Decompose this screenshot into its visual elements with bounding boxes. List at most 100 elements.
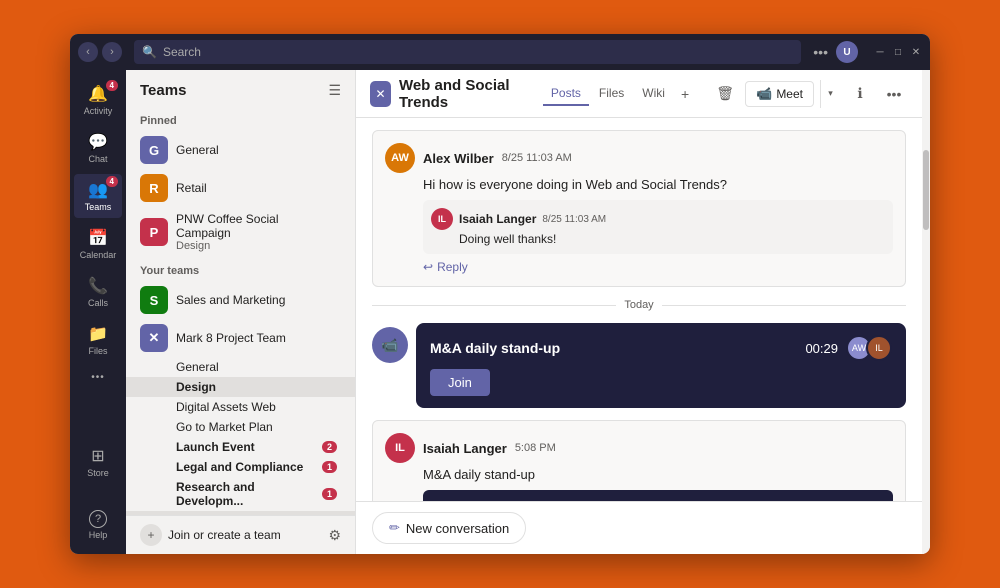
channel-design[interactable]: Design: [126, 377, 355, 397]
pinned-item-retail[interactable]: R Retail: [126, 169, 355, 207]
msg2-header: IL Isaiah Langer 5:08 PM: [385, 433, 893, 463]
general-name: General: [176, 143, 341, 157]
search-placeholder: Search: [163, 45, 201, 59]
msg1-author: Alex Wilber: [423, 151, 494, 166]
channel-logo: ✕: [370, 81, 391, 107]
channel-legal[interactable]: Legal and Compliance 1: [126, 457, 355, 477]
reply-label: Reply: [437, 260, 468, 274]
general-avatar: G: [140, 136, 168, 164]
tab-files[interactable]: Files: [591, 82, 632, 106]
user-avatar[interactable]: U: [836, 41, 858, 63]
sidebar-item-files[interactable]: 📁 Files: [74, 318, 122, 362]
channel-launch-event[interactable]: Launch Event 2: [126, 437, 355, 457]
team-item-mark8[interactable]: ✕ Mark 8 Project Team •••: [126, 319, 355, 357]
join-button[interactable]: Join: [430, 369, 490, 396]
channel-digital-assets[interactable]: Digital Assets Web: [126, 397, 355, 417]
maximize-button[interactable]: □: [892, 46, 904, 58]
channel-go-to-market[interactable]: Go to Market Plan: [126, 417, 355, 437]
reply1-avatar: IL: [431, 208, 453, 230]
meeting-call-title-row: M&A daily stand-up 00:29 AW IL: [430, 335, 892, 361]
help-icon: ?: [89, 510, 107, 528]
files-icon: 📁: [88, 324, 108, 344]
forward-button[interactable]: ›: [102, 42, 122, 62]
scrollbar-thumb[interactable]: [923, 150, 929, 230]
filter-icon[interactable]: ☰: [328, 82, 341, 99]
tab-wiki[interactable]: Wiki: [634, 82, 673, 106]
channel-general[interactable]: General: [126, 357, 355, 377]
meet-dropdown[interactable]: ▾: [820, 80, 840, 108]
reply-button-1[interactable]: ↩ Reply: [423, 260, 893, 274]
channel-research[interactable]: Research and Developm... 1: [126, 477, 355, 511]
channel-name: Web and Social Trends: [399, 77, 531, 111]
meet-button[interactable]: 📹 Meet: [745, 81, 814, 107]
chat-label: Chat: [88, 154, 107, 164]
teams-label: Teams: [85, 202, 112, 212]
join-icon: +: [140, 524, 162, 546]
calendar-label: Calendar: [80, 250, 117, 260]
meeting-call-icon: 📹: [372, 327, 408, 363]
calls-icon: 📞: [88, 276, 108, 296]
teams-list: Pinned G General R Retail P PNW Coffee S…: [126, 107, 355, 515]
tab-posts[interactable]: Posts: [543, 82, 589, 106]
reply1-time: 8/25 11:03 AM: [542, 214, 606, 225]
scrollbar-track[interactable]: [922, 70, 930, 554]
reply1-text: Doing well thanks!: [459, 232, 885, 246]
more-actions-button[interactable]: •••: [880, 80, 908, 108]
new-conversation-button[interactable]: ✏ New conversation: [372, 512, 526, 544]
back-button[interactable]: ‹: [78, 42, 98, 62]
sidebar-item-teams[interactable]: 👥 4 Teams: [74, 174, 122, 218]
sidebar-item-activity[interactable]: 🔔 4 Activity: [74, 78, 122, 122]
research-label: Research and Developm...: [176, 480, 322, 508]
teams-header: Teams ☰: [126, 70, 355, 107]
help-label: Help: [89, 530, 108, 540]
sidebar-item-store[interactable]: ⊞ Store: [74, 440, 122, 484]
close-button[interactable]: ✕: [910, 46, 922, 58]
composer-area: ✏ New conversation: [356, 501, 922, 554]
meeting-call-right: 00:29 AW IL: [805, 335, 892, 361]
icon-sidebar: 🔔 4 Activity 💬 Chat 👥 4 Teams 📅 Calendar…: [70, 70, 126, 554]
sidebar-item-more[interactable]: •••: [74, 366, 122, 391]
teams-icon: 👥: [88, 180, 108, 200]
meeting-timer: 00:29: [805, 341, 838, 356]
reply-icon: ↩: [423, 260, 433, 274]
pinned-item-general[interactable]: G General: [126, 131, 355, 169]
meeting-call-row: 📹 M&A daily stand-up 00:29 AW IL: [372, 323, 906, 408]
new-conv-icon: ✏: [389, 520, 400, 536]
date-divider: Today: [372, 299, 906, 311]
info-button[interactable]: ℹ: [846, 80, 874, 108]
search-bar[interactable]: 🔍 Search: [134, 40, 801, 64]
date-divider-text: Today: [624, 299, 653, 311]
meet-label: Meet: [776, 87, 803, 101]
trash-button[interactable]: 🗑: [711, 80, 739, 108]
msg2-author: Isaiah Langer: [423, 441, 507, 456]
messages-area[interactable]: AW Alex Wilber 8/25 11:03 AM Hi how is e…: [356, 118, 922, 501]
team-item-sales[interactable]: S Sales and Marketing •••: [126, 281, 355, 319]
sidebar-item-help[interactable]: ? Help: [74, 504, 122, 546]
meeting-call-title: M&A daily stand-up: [430, 340, 560, 356]
join-label: Join or create a team: [168, 528, 322, 542]
retail-name: Retail: [176, 181, 341, 195]
launch-event-label: Launch Event: [176, 440, 255, 454]
activity-icon: 🔔: [88, 84, 108, 104]
reply1-author: Isaiah Langer: [459, 212, 536, 226]
sidebar-item-calls[interactable]: 📞 Calls: [74, 270, 122, 314]
sidebar-item-calendar[interactable]: 📅 Calendar: [74, 222, 122, 266]
files-label: Files: [88, 346, 107, 356]
message-group-2: IL Isaiah Langer 5:08 PM M&A daily stand…: [372, 420, 906, 501]
meeting-call-avatars: AW IL: [846, 335, 892, 361]
team-item-pnw[interactable]: P PNW Coffee Social Campaign Design •••: [126, 207, 355, 257]
teams-badge: 4: [106, 176, 118, 187]
more-options-button[interactable]: •••: [813, 44, 828, 60]
mark8-avatar: ✕: [140, 324, 168, 352]
join-create-team[interactable]: + Join or create a team ⚙: [126, 515, 355, 554]
settings-icon[interactable]: ⚙: [328, 527, 341, 544]
meet-icon: 📹: [756, 86, 772, 102]
channel-tabs: Posts Files Wiki +: [543, 82, 695, 106]
meeting-avatar-2: IL: [866, 335, 892, 361]
msg2-avatar: IL: [385, 433, 415, 463]
message-group-1: AW Alex Wilber 8/25 11:03 AM Hi how is e…: [372, 130, 906, 287]
add-tab-button[interactable]: +: [675, 82, 695, 106]
minimize-button[interactable]: ─: [874, 46, 886, 58]
sidebar-item-chat[interactable]: 💬 Chat: [74, 126, 122, 170]
activity-label: Activity: [84, 106, 113, 116]
